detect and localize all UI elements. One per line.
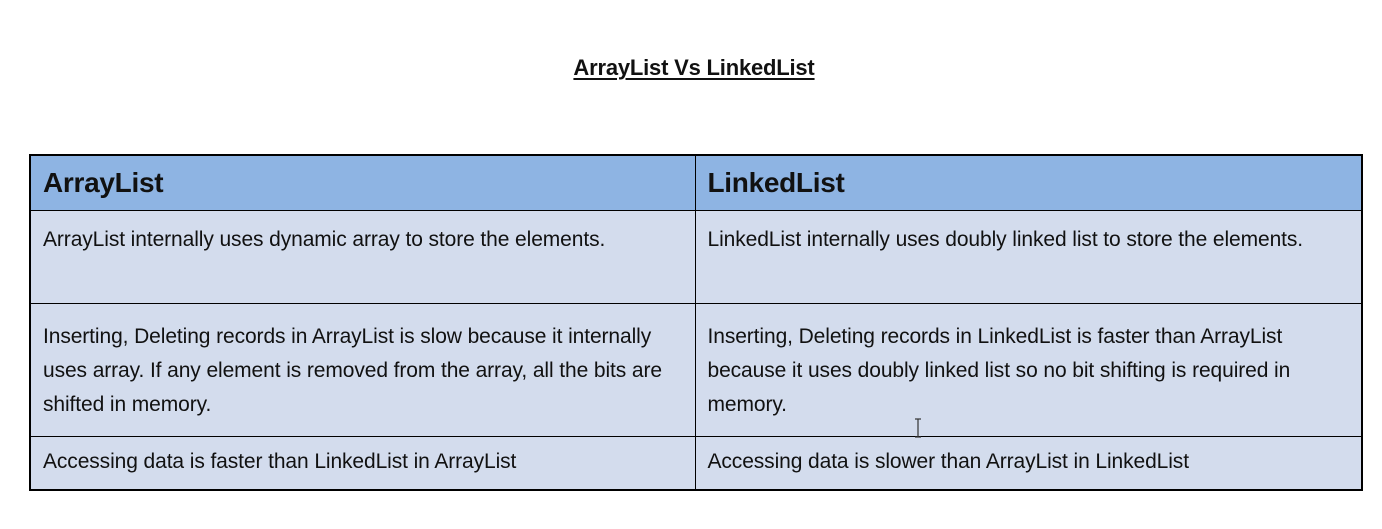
column-header-arraylist: ArrayList — [29, 154, 696, 211]
table-cell-arraylist: Accessing data is faster than LinkedList… — [29, 436, 696, 491]
table-row: ArrayList internally uses dynamic array … — [29, 210, 1363, 304]
table-row: Accessing data is faster than LinkedList… — [29, 436, 1363, 491]
page-title: ArrayList Vs LinkedList — [573, 55, 815, 80]
table-cell-arraylist: Inserting, Deleting records in ArrayList… — [29, 303, 696, 437]
table-row: Inserting, Deleting records in ArrayList… — [29, 303, 1363, 437]
table-cell-arraylist: ArrayList internally uses dynamic array … — [29, 210, 696, 304]
table-header-row: ArrayList LinkedList — [29, 154, 1363, 211]
table-cell-linkedlist: Accessing data is slower than ArrayList … — [694, 436, 1363, 491]
table-cell-linkedlist: LinkedList internally uses doubly linked… — [694, 210, 1363, 304]
column-header-linkedlist: LinkedList — [694, 154, 1363, 211]
comparison-table: ArrayList LinkedList ArrayList internall… — [29, 154, 1363, 491]
table-cell-linkedlist: Inserting, Deleting records in LinkedLis… — [694, 303, 1363, 437]
